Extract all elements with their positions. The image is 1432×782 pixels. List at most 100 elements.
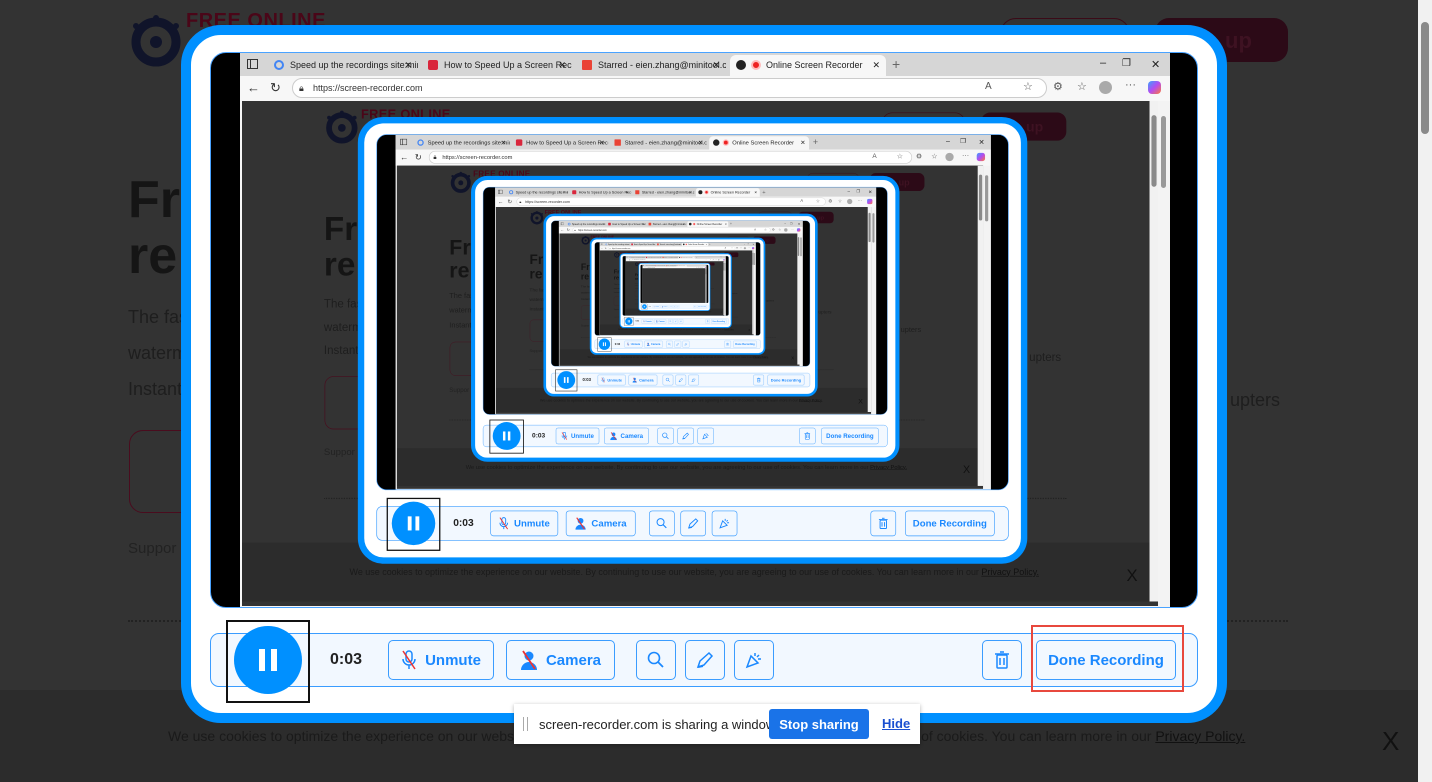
restore-button[interactable]: ❐ bbox=[856, 189, 860, 194]
unmute-button[interactable]: Unmute bbox=[388, 640, 494, 680]
draw-button[interactable] bbox=[673, 305, 676, 309]
close-tab-icon[interactable]: ✕ bbox=[800, 139, 805, 146]
draw-button[interactable] bbox=[680, 510, 706, 537]
close-tab-icon[interactable]: ✕ bbox=[689, 190, 692, 195]
more-menu-icon[interactable]: ··· bbox=[748, 247, 750, 249]
extensions-icon[interactable]: ⚙ bbox=[772, 228, 775, 231]
cookie-close-button[interactable]: X bbox=[858, 397, 863, 405]
draw-button[interactable] bbox=[677, 427, 694, 445]
cookie-close-button[interactable]: X bbox=[791, 355, 794, 360]
favorite-star-icon[interactable]: ☆ bbox=[710, 259, 711, 260]
unmute-button[interactable]: Unmute bbox=[555, 427, 600, 445]
scrollbar-thumb[interactable] bbox=[1421, 22, 1429, 134]
camera-button[interactable]: Camera bbox=[604, 427, 649, 445]
scrollbar-thumb[interactable] bbox=[1161, 116, 1166, 188]
privacy-policy-link[interactable]: Privacy Policy. bbox=[705, 311, 711, 312]
draw-button[interactable] bbox=[674, 340, 682, 348]
scrollbar-thumb[interactable] bbox=[1151, 115, 1157, 187]
close-window-button[interactable]: ✕ bbox=[1151, 58, 1160, 71]
sidebar-icon[interactable] bbox=[560, 222, 564, 226]
more-menu-icon[interactable]: ··· bbox=[1125, 79, 1136, 91]
effects-button[interactable] bbox=[682, 340, 690, 348]
read-aloud-icon[interactable]: A bbox=[706, 259, 707, 260]
new-tab-button[interactable]: + bbox=[709, 243, 710, 246]
unmute-button[interactable]: Unmute bbox=[652, 305, 660, 309]
cookie-close-button[interactable]: X bbox=[1382, 726, 1399, 757]
restore-button[interactable]: ❐ bbox=[748, 243, 750, 245]
browser-scrollbar[interactable] bbox=[871, 207, 877, 415]
done-recording-button[interactable]: Done Recording bbox=[767, 374, 805, 386]
cookie-close-button[interactable]: X bbox=[963, 463, 970, 476]
favorite-star-icon[interactable]: ☆ bbox=[897, 152, 903, 161]
done-recording-button[interactable]: Done Recording bbox=[905, 510, 995, 537]
close-tab-icon[interactable]: ✕ bbox=[683, 223, 685, 226]
more-menu-icon[interactable]: ··· bbox=[858, 198, 863, 203]
favorites-icon[interactable]: ☆ bbox=[716, 259, 717, 260]
profile-avatar[interactable] bbox=[847, 198, 853, 205]
camera-button[interactable]: Camera bbox=[506, 640, 615, 680]
tab-article[interactable]: How to Speed Up a Screen Recor✕ bbox=[512, 136, 608, 149]
profile-avatar[interactable] bbox=[743, 247, 747, 250]
profile-avatar[interactable] bbox=[1099, 81, 1112, 94]
favorites-icon[interactable]: ☆ bbox=[778, 228, 781, 231]
scrollbar-thumb[interactable] bbox=[978, 174, 983, 221]
scrollbar-thumb[interactable] bbox=[800, 237, 802, 257]
unmute-button[interactable]: Unmute bbox=[624, 340, 643, 348]
browser-scrollbar[interactable] bbox=[1158, 101, 1170, 607]
extensions-icon[interactable]: ⚙ bbox=[736, 247, 738, 249]
close-tab-icon[interactable]: ✕ bbox=[627, 244, 628, 246]
zoom-button[interactable] bbox=[657, 427, 674, 445]
sidebar-icon[interactable] bbox=[400, 138, 408, 146]
effects-button[interactable] bbox=[734, 640, 774, 680]
tab-google[interactable]: Speed up the recordings site:mini✕ bbox=[268, 55, 418, 76]
extensions-icon[interactable]: ⚙ bbox=[916, 152, 922, 161]
scrollbar-thumb[interactable] bbox=[872, 213, 875, 243]
sidebar-icon[interactable] bbox=[600, 243, 603, 246]
favorite-star-icon[interactable]: ☆ bbox=[764, 228, 767, 231]
more-menu-icon[interactable]: ··· bbox=[721, 259, 722, 260]
privacy-policy-link[interactable]: Privacy Policy. bbox=[753, 356, 768, 359]
unmute-button[interactable]: Unmute bbox=[597, 374, 626, 386]
tab-google[interactable]: Speed up the recordings site:mini✕ bbox=[507, 188, 568, 197]
tab-gmail[interactable]: Starred - eien.zhang@minitool.co✕ bbox=[633, 188, 694, 197]
minimize-button[interactable]: – bbox=[946, 137, 950, 145]
scrollbar-thumb[interactable] bbox=[754, 252, 756, 266]
url-field[interactable]: 🔒︎https://screen-recorder.com bbox=[608, 246, 736, 250]
browser-scrollbar[interactable] bbox=[983, 165, 991, 490]
copilot-icon[interactable] bbox=[796, 228, 801, 232]
tab-screen-recorder[interactable]: Online Screen Recorder ✕ bbox=[709, 136, 810, 150]
new-tab-button[interactable]: + bbox=[813, 137, 818, 147]
more-menu-icon[interactable]: ··· bbox=[962, 152, 969, 160]
back-button[interactable]: ← bbox=[561, 228, 564, 232]
camera-button[interactable]: Camera bbox=[565, 510, 636, 537]
refresh-button[interactable]: ↻ bbox=[507, 198, 511, 205]
favorite-star-icon[interactable]: ☆ bbox=[731, 247, 733, 249]
extensions-icon[interactable]: ⚙ bbox=[828, 198, 832, 204]
close-tab-icon[interactable]: ✕ bbox=[653, 244, 654, 246]
url-field[interactable]: 🔒︎https://screen-recorder.com bbox=[516, 197, 826, 206]
extensions-icon[interactable]: ⚙ bbox=[713, 259, 714, 260]
privacy-policy-link[interactable]: Privacy Policy. bbox=[870, 464, 907, 471]
favorites-icon[interactable]: ☆ bbox=[740, 247, 742, 249]
delete-button[interactable] bbox=[705, 319, 710, 324]
browser-scrollbar[interactable] bbox=[705, 268, 707, 303]
minimize-button[interactable]: – bbox=[847, 189, 850, 194]
url-field[interactable]: 🔒︎https://screen-recorder.com bbox=[292, 78, 1047, 98]
draw-button[interactable] bbox=[675, 374, 687, 386]
minimize-button[interactable]: – bbox=[744, 243, 745, 245]
close-tab-icon[interactable]: ✕ bbox=[563, 190, 566, 195]
delete-button[interactable] bbox=[799, 427, 816, 445]
tab-screen-recorder[interactable]: Online Screen Recorder ✕ bbox=[730, 55, 886, 76]
copilot-icon[interactable] bbox=[867, 198, 873, 205]
tab-gmail[interactable]: Starred - eien.zhang@minitool.co✕ bbox=[576, 55, 726, 76]
back-button[interactable]: ← bbox=[601, 247, 603, 250]
extensions-icon[interactable]: ⚙ bbox=[1053, 80, 1063, 93]
camera-button[interactable]: Camera bbox=[660, 305, 669, 309]
close-tab-icon[interactable]: ✕ bbox=[558, 60, 566, 71]
cookie-close-button[interactable]: X bbox=[1126, 566, 1137, 586]
tab-google[interactable]: Speed up the recordings site:mini✕ bbox=[414, 136, 510, 149]
back-button[interactable]: ← bbox=[400, 152, 408, 162]
close-tab-icon[interactable]: ✕ bbox=[872, 60, 880, 71]
close-window-button[interactable]: ✕ bbox=[753, 243, 755, 245]
privacy-policy-link[interactable]: Privacy Policy. bbox=[724, 329, 734, 331]
